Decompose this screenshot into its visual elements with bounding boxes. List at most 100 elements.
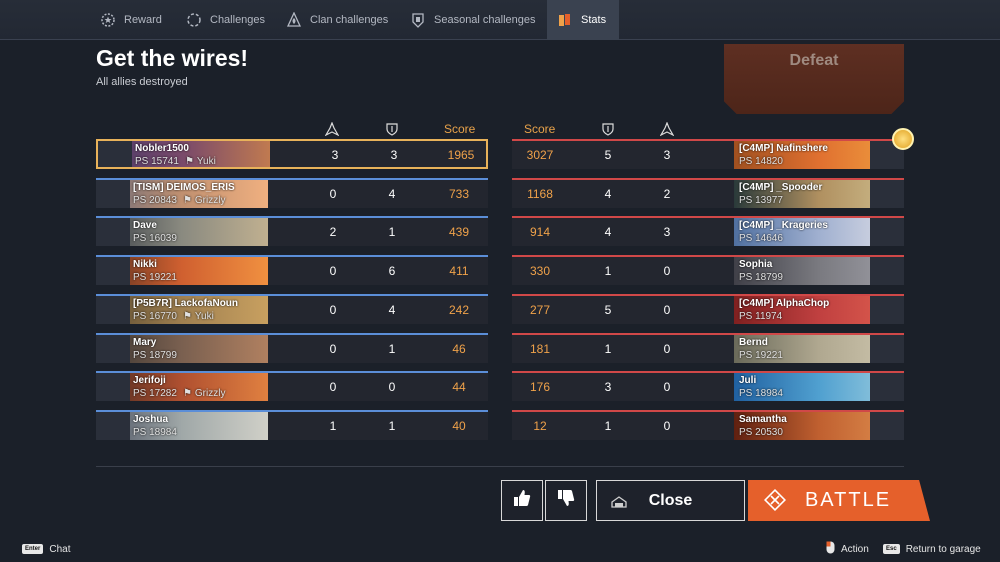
- player-name: [C4MP] _Spooder: [739, 182, 823, 193]
- clan-name: Yuki: [194, 311, 214, 322]
- score-value: 3027: [526, 148, 554, 162]
- tab-challenges[interactable]: Challenges: [186, 0, 265, 40]
- clan-name: Grizzly: [194, 388, 226, 399]
- tab-clan-challenges[interactable]: Clan challenges: [286, 0, 388, 40]
- avatar: [870, 412, 904, 440]
- player-name: [P5B7R] LackofaNoun: [133, 298, 239, 309]
- enemy-row[interactable]: 181 1 0 Bernd PS 19221: [512, 333, 904, 363]
- assists-value: 6: [388, 264, 396, 278]
- action-hint[interactable]: Action: [826, 538, 869, 560]
- thumbs-up-button[interactable]: [501, 480, 543, 521]
- enemy-score-header: Score: [524, 122, 556, 136]
- tab-label: Seasonal challenges: [434, 14, 536, 26]
- gear-star-icon: [100, 12, 116, 28]
- assists-value: 0: [388, 380, 396, 394]
- assists-value: 4: [604, 225, 612, 239]
- score-value: 411: [449, 264, 469, 278]
- avatar: [96, 412, 130, 440]
- assists-value: 1: [388, 419, 396, 433]
- ally-row[interactable]: Joshua PS 18984 1 1 40: [96, 410, 488, 440]
- player-name: Nobler1500: [135, 143, 189, 154]
- player-name: [TISM] DEIMOS_ERIS: [133, 182, 235, 193]
- ally-row[interactable]: Nikki PS 19221 0 6 411: [96, 255, 488, 285]
- result-label: Defeat: [789, 52, 839, 69]
- power-score: PS 20530: [739, 427, 783, 438]
- power-score: PS 18984: [133, 427, 177, 438]
- esc-key-icon: Esc: [883, 544, 900, 554]
- flame-badge-icon: [286, 12, 302, 28]
- kills-value: 0: [663, 342, 671, 356]
- return-label: Return to garage: [905, 543, 981, 555]
- power-score: PS 20843: [133, 195, 177, 206]
- enemy-row[interactable]: 914 4 3 [C4MP] _Krageries PS 14646: [512, 216, 904, 246]
- dashed-circle-icon: [186, 12, 202, 28]
- player-name: Nikki: [133, 259, 157, 270]
- player-name: [C4MP] _Krageries: [739, 220, 828, 231]
- avatar: [870, 373, 904, 401]
- player-info: PS 16039: [133, 233, 177, 244]
- assists-value: 5: [604, 148, 612, 162]
- chat-hint[interactable]: Enter Chat: [22, 538, 70, 560]
- tab-label: Clan challenges: [310, 14, 389, 26]
- player-name: Dave: [133, 220, 157, 231]
- score-value: 44: [452, 380, 466, 394]
- ally-row[interactable]: Jerifoji PS 17282 ⚑ Grizzly 0 0 44: [96, 371, 488, 401]
- power-score: PS 11974: [739, 311, 783, 322]
- thumbs-down-button[interactable]: [545, 480, 587, 521]
- player-info: PS 18984: [133, 427, 177, 438]
- player-name: Jerifoji: [133, 375, 166, 386]
- assists-value: 1: [604, 264, 612, 278]
- section-divider: [96, 466, 904, 467]
- kills-value: 2: [329, 225, 337, 239]
- return-hint[interactable]: Esc Return to garage: [883, 538, 981, 560]
- close-button[interactable]: Close: [596, 480, 745, 521]
- enemy-row[interactable]: 277 5 0 [C4MP] AlphaChop PS 11974: [512, 294, 904, 324]
- tab-label: Reward: [124, 14, 162, 26]
- tab-seasonal-challenges[interactable]: Seasonal challenges: [410, 0, 536, 40]
- enemy-row[interactable]: 330 1 0 Sophia PS 18799: [512, 255, 904, 285]
- mouse-icon: [826, 541, 835, 557]
- close-garage-icon: [611, 495, 627, 513]
- tab-stats[interactable]: Stats: [547, 0, 619, 40]
- enter-key-icon: Enter: [22, 544, 44, 554]
- kills-value: 0: [329, 187, 337, 201]
- power-score: PS 18799: [133, 350, 177, 361]
- battle-button[interactable]: BATTLE: [748, 480, 930, 521]
- assists-value: 3: [604, 380, 612, 394]
- assists-value: 5: [604, 303, 612, 317]
- tab-reward[interactable]: Reward: [100, 0, 162, 40]
- kills-value: 0: [329, 303, 337, 317]
- kills-value: 3: [331, 148, 339, 162]
- player-info: PS 20843 ⚑ Grizzly: [133, 195, 225, 206]
- top-tab-bar: Reward Challenges Clan challenges Season…: [0, 0, 1000, 40]
- avatar: [96, 257, 130, 285]
- kills-value: 0: [663, 380, 671, 394]
- assists-value: 1: [388, 225, 396, 239]
- player-name: [C4MP] Nafinshere: [739, 143, 828, 154]
- power-score: PS 18799: [739, 272, 783, 283]
- enemy-row[interactable]: 12 1 0 Samantha PS 20530: [512, 410, 904, 440]
- enemy-row[interactable]: 3027 5 3 [C4MP] Nafinshere PS 14820: [512, 139, 904, 169]
- player-name: Bernd: [739, 337, 768, 348]
- ally-row[interactable]: Dave PS 16039 2 1 439: [96, 216, 488, 246]
- ally-row[interactable]: [P5B7R] LackofaNoun PS 16770 ⚑ Yuki 0 4 242: [96, 294, 488, 324]
- kills-value: 0: [329, 342, 337, 356]
- avatar: [870, 218, 904, 246]
- enemy-row[interactable]: 176 3 0 Juli PS 18984: [512, 371, 904, 401]
- ally-row[interactable]: [TISM] DEIMOS_ERIS PS 20843 ⚑ Grizzly 0 4 733: [96, 178, 488, 208]
- kills-value: 0: [663, 419, 671, 433]
- clan-flag-icon: ⚑: [184, 156, 194, 167]
- avatar: [870, 296, 904, 324]
- mission-title: Get the wires!: [96, 45, 249, 71]
- ally-row[interactable]: Nobler1500 PS 15741 ⚑ Yuki 3 3 1965: [96, 139, 488, 169]
- ally-row[interactable]: Mary PS 18799 0 1 46: [96, 333, 488, 363]
- assists-value: 1: [388, 342, 396, 356]
- stats-cards-icon: [557, 12, 573, 28]
- tab-label: Stats: [581, 14, 607, 26]
- enemy-row[interactable]: 1168 4 2 [C4MP] _Spooder PS 13977: [512, 178, 904, 208]
- mvp-badge-icon: [892, 128, 914, 150]
- ally-score-header: Score: [444, 122, 476, 136]
- close-label: Close: [648, 491, 693, 509]
- kills-value: 0: [329, 264, 337, 278]
- mission-subtitle: All allies destroyed: [96, 76, 188, 88]
